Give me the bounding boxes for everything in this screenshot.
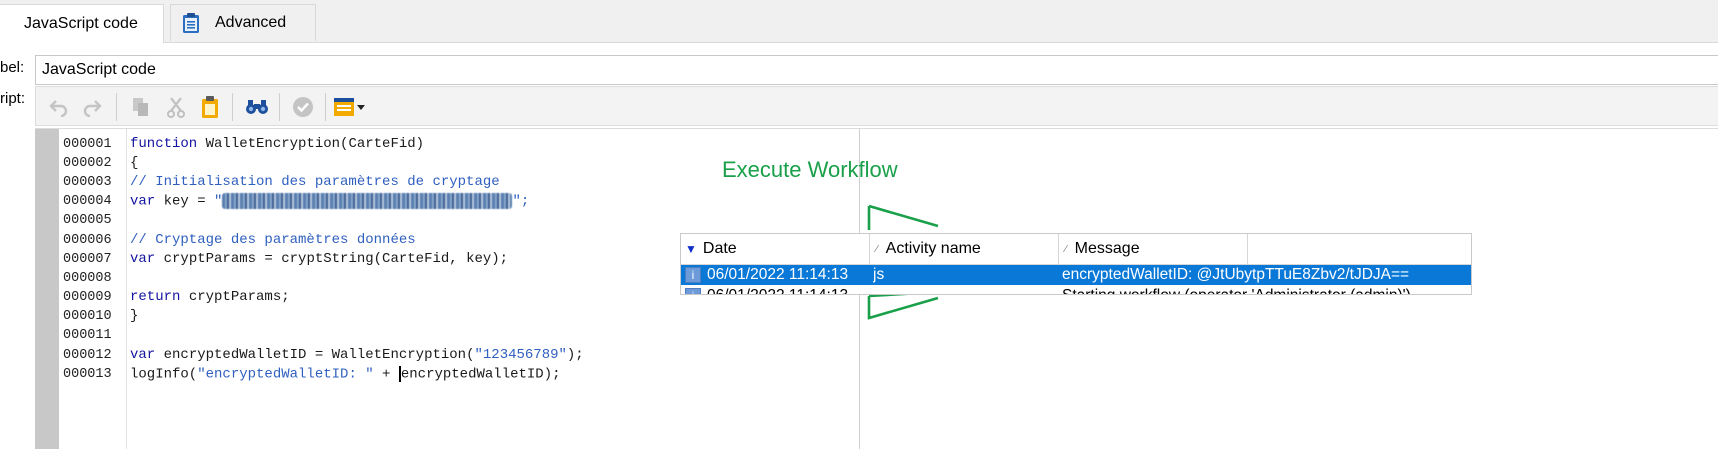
code-keyword: var <box>130 251 156 267</box>
log-date-text: 06/01/2022 11:14:13 <box>707 266 849 283</box>
code-line: var encryptedWalletID = WalletEncryption… <box>130 347 584 363</box>
undo-icon[interactable] <box>46 94 72 120</box>
code-line: var cryptParams = cryptString(CarteFid, … <box>130 251 508 267</box>
cut-icon[interactable] <box>163 94 189 120</box>
toolbar-separator <box>116 93 117 121</box>
execute-workflow-annotation: Execute Workflow <box>722 157 898 182</box>
line-number: 000007 <box>63 252 112 267</box>
code-line: } <box>130 308 138 324</box>
redo-icon[interactable] <box>79 94 105 120</box>
code-keyword: function <box>130 136 198 152</box>
code-string: "encryptedWalletID: " <box>197 366 374 383</box>
log-cell-date: i 06/01/2022 11:14:13 <box>685 286 870 294</box>
column-header-message[interactable]: ∕ Message <box>1059 234 1248 264</box>
log-date-text: 06/01/2022 11:14:13 <box>707 287 848 294</box>
line-number-gutter: 000001 000002 000003 000004 000005 00000… <box>59 129 127 449</box>
line-number: 000013 <box>63 367 112 382</box>
code-token: encryptedWalletID = WalletEncryption( <box>155 347 475 363</box>
code-line: return cryptParams; <box>130 289 290 305</box>
sortable-icon: ∕ <box>876 243 878 255</box>
log-cell-message: Starting workflow (operator 'Administrat… <box>1062 286 1471 294</box>
code-token: cryptParams; <box>180 289 290 305</box>
code-comment: // Cryptage des paramètres données <box>130 232 416 248</box>
tab-label: Advanced <box>215 14 287 31</box>
copy-icon[interactable] <box>128 94 154 120</box>
script-toolbar <box>35 86 1718 126</box>
line-number: 000006 <box>63 233 112 248</box>
line-number: 000011 <box>63 328 112 343</box>
paste-icon[interactable] <box>197 94 223 120</box>
clipboard-list-icon <box>183 13 199 33</box>
tab-advanced[interactable]: Advanced <box>170 4 316 41</box>
log-cell-activity: js <box>873 266 885 283</box>
code-line: { <box>130 155 138 171</box>
code-token: encryptedWalletID); <box>400 366 561 383</box>
info-icon: i <box>685 267 701 283</box>
code-line: logInfo("encryptedWalletID: " + encrypte… <box>130 366 561 383</box>
column-header-activity[interactable]: ∕ Activity name <box>870 234 1059 264</box>
info-icon: i <box>685 288 701 294</box>
label-caption: bel: <box>0 59 25 76</box>
log-row[interactable]: i 06/01/2022 11:14:13 Starting workflow … <box>681 286 1471 294</box>
line-number: 000005 <box>63 213 112 228</box>
code-line: // Cryptage des paramètres données <box>130 232 416 248</box>
insert-dropdown-icon[interactable] <box>332 94 368 120</box>
line-number: 000009 <box>63 290 112 305</box>
log-header: ▼ Date ∕ Activity name ∕ Message <box>681 234 1471 265</box>
column-header-date[interactable]: ▼ Date <box>681 234 870 264</box>
log-cell-message: encryptedWalletID: @JtUbytpTTuE8Zbv2/tJD… <box>1062 266 1410 283</box>
line-number: 000010 <box>63 309 112 324</box>
line-number: 000003 <box>63 175 112 190</box>
validate-icon[interactable] <box>290 94 316 120</box>
code-keyword: var <box>130 193 156 210</box>
line-number: 000002 <box>63 156 112 171</box>
column-label: Date <box>702 240 737 257</box>
code-token: { <box>130 155 139 171</box>
code-token: logInfo( <box>130 366 198 383</box>
redacted-key <box>222 193 513 209</box>
find-icon[interactable] <box>244 94 270 120</box>
workflow-log-grid: ▼ Date ∕ Activity name ∕ Message i 06/01… <box>680 233 1472 295</box>
code-keyword: return <box>130 289 181 305</box>
toolbar-separator <box>279 93 280 121</box>
code-token: key = <box>155 193 215 210</box>
tab-label: JavaScript code <box>24 15 138 32</box>
sort-descending-icon: ▼ <box>685 242 697 256</box>
code-token: } <box>130 308 139 324</box>
code-line: var key = " "; <box>130 193 529 210</box>
line-number: 000001 <box>63 137 112 152</box>
column-label: Activity name <box>885 240 981 257</box>
code-line: // Initialisation des paramètres de cryp… <box>130 174 500 190</box>
code-token: ); <box>566 347 584 363</box>
log-cell-date: i 06/01/2022 11:14:13 <box>685 265 870 285</box>
code-string: " <box>214 193 223 210</box>
code-comment: // Initialisation des paramètres de cryp… <box>130 174 500 190</box>
tab-javascript-code[interactable]: JavaScript code <box>0 4 164 43</box>
toolbar-separator <box>325 93 326 121</box>
editor-margin <box>35 129 59 449</box>
sortable-icon: ∕ <box>1065 243 1067 255</box>
code-keyword: var <box>130 347 156 363</box>
code-token: + <box>373 366 399 383</box>
code-string: "; <box>512 193 530 210</box>
column-label: Message <box>1074 240 1140 257</box>
line-number: 000004 <box>63 194 112 209</box>
line-number: 000012 <box>63 348 112 363</box>
code-token: cryptParams = cryptString(CarteFid, key)… <box>155 251 509 267</box>
log-row-selected[interactable]: i 06/01/2022 11:14:13 js encryptedWallet… <box>681 265 1471 285</box>
label-field[interactable] <box>35 55 1718 85</box>
tab-bar: JavaScript code Advanced <box>0 0 1718 43</box>
script-caption: ript: <box>0 90 26 107</box>
line-number: 000008 <box>63 271 112 286</box>
code-line: function WalletEncryption(CarteFid) <box>130 136 424 152</box>
code-token: WalletEncryption(CarteFid) <box>197 136 425 152</box>
code-string: "123456789" <box>474 347 567 363</box>
toolbar-separator <box>232 93 233 121</box>
